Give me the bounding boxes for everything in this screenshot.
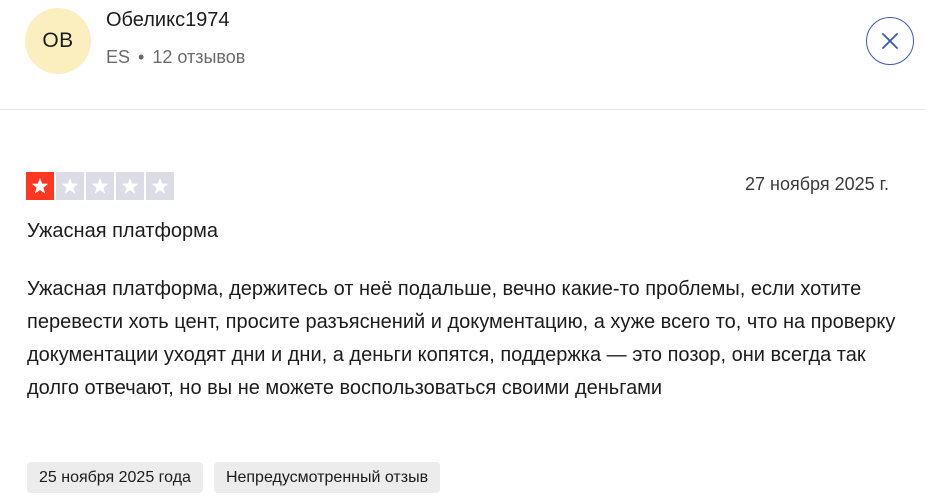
star-icon [91, 177, 109, 194]
review-body: Ужасная платформа, держитесь от неё пода… [27, 278, 896, 399]
close-button[interactable] [866, 17, 914, 65]
star-icon [121, 177, 139, 194]
reviewer-meta: ES • 12 отзывов [106, 47, 245, 68]
avatar[interactable]: OB [25, 8, 91, 74]
reviewer-header: OB Обеликс1974 ES • 12 отзывов [0, 0, 925, 110]
star-icon [31, 177, 49, 194]
star-empty [146, 172, 174, 200]
review-title: Ужасная платформа [27, 220, 219, 242]
experience-date-tag: 25 ноября 2025 года [27, 462, 203, 493]
review-date: 27 ноября 2025 г. [745, 174, 889, 194]
reviews-count: 12 отзывов [152, 47, 246, 67]
review-type-tag: Непредусмотренный отзыв [213, 462, 441, 493]
avatar-initials: OB [42, 29, 74, 52]
star-empty [56, 172, 84, 200]
star-empty [116, 172, 144, 200]
star-icon [151, 177, 169, 194]
close-icon [882, 33, 898, 49]
review-tags: 25 ноября 2025 года Непредусмотренный от… [27, 462, 441, 493]
star-empty [86, 172, 114, 200]
star-rating [26, 172, 174, 200]
reviewer-country: ES [106, 47, 131, 67]
reviewer-name[interactable]: Обеликс1974 [106, 9, 230, 32]
meta-separator: • [138, 47, 145, 67]
star-filled [26, 172, 54, 200]
star-icon [61, 177, 79, 194]
